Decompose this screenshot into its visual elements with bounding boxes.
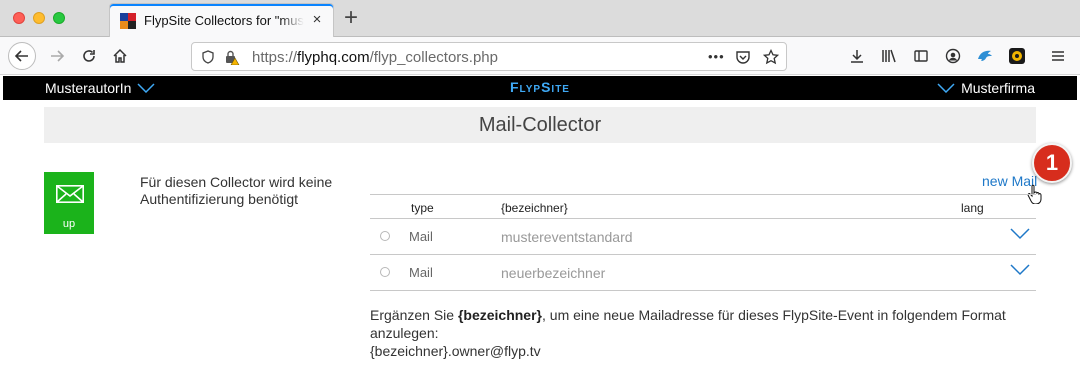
step-number-badge: 1 [1032,143,1072,183]
hint-bold: {bezeichner} [457,307,542,323]
extension-button[interactable] [1003,42,1031,70]
authentication-note: Für diesen Collector wird keine Authenti… [140,174,333,207]
company-menu[interactable]: Musterfirma [937,80,1035,96]
library-button[interactable] [875,42,903,70]
reload-button[interactable] [75,42,103,70]
url-bar[interactable]: https://flyphq.com/flyp_collectors.php •… [191,42,787,71]
sidebar-button[interactable] [907,42,935,70]
menu-button[interactable] [1044,42,1072,70]
page-actions-menu-icon[interactable]: ••• [708,49,725,64]
back-button[interactable] [8,42,36,70]
url-text[interactable]: https://flyphq.com/flyp_collectors.php [252,49,498,66]
dolphin-icon [978,50,992,61]
minimize-window-button[interactable] [33,12,45,24]
library-icon [882,49,896,63]
row-bezeichner: neuerbezeichner [501,265,606,281]
flypsite-logo[interactable]: FlypSite [3,79,1077,95]
sidebar-icon [914,50,928,62]
chevron-down-icon[interactable] [1010,263,1030,277]
column-header-type: type [411,201,434,215]
download-icon [851,50,863,63]
account-button[interactable] [939,42,967,70]
arrow-left-icon [14,50,28,62]
dolphin-extension-button[interactable] [971,42,999,70]
home-icon [113,48,127,63]
browser-titlebar: FlypSite Collectors for "musterf × + [0,0,1080,37]
hint-address-format: {bezeichner}.owner@flyp.tv [370,343,541,359]
row-bezeichner: mustereventstandard [501,229,633,245]
row-type: Mail [409,265,433,280]
close-window-button[interactable] [13,12,25,24]
column-header-bezeichner: {bezeichner} [501,201,568,215]
zoom-window-button[interactable] [53,12,65,24]
url-host: flyphq.com [297,49,370,66]
table-row[interactable]: Mail mustereventstandard [370,219,1036,255]
app-header-bar: MusterautorIn FlypSite Musterfirma [3,76,1077,100]
mail-collector-tile[interactable]: up [44,172,94,234]
row-radio[interactable] [380,267,390,277]
tab-close-icon[interactable]: × [309,12,325,28]
reload-icon [83,50,95,62]
row-radio[interactable] [380,231,390,241]
browser-toolbar: https://flyphq.com/flyp_collectors.php •… [0,37,1080,75]
lock-warning-icon[interactable] [224,49,240,65]
collector-status-label: up [62,218,76,230]
mail-collector-table: type {bezeichner} lang Mail musterevents… [370,194,1036,291]
flypsite-favicon-icon [120,13,136,29]
bezeichner-hint: Ergänzen Sie {bezeichner}, um eine neue … [370,306,1040,360]
shield-icon[interactable] [200,49,216,65]
home-button[interactable] [106,42,134,70]
url-scheme: https:// [252,49,298,66]
company-name: Musterfirma [961,80,1035,96]
table-row[interactable]: Mail neuerbezeichner [370,255,1036,291]
chevron-down-icon [937,83,955,93]
url-path: /flyp_collectors.php [369,49,498,66]
browser-tab-active[interactable]: FlypSite Collectors for "musterf × [109,3,334,37]
arrow-right-icon [51,50,65,62]
bookmark-star-icon[interactable] [763,49,779,65]
pocket-icon[interactable] [735,49,751,65]
page-title: Mail-Collector [44,107,1036,143]
column-header-lang: lang [961,201,984,215]
hint-prefix: Ergänzen Sie [370,307,458,323]
table-header: type {bezeichner} lang [370,194,1036,219]
tab-title: FlypSite Collectors for "musterf [144,13,304,28]
new-tab-button[interactable]: + [341,6,361,30]
extension-icon [1009,48,1025,64]
forward-button[interactable] [43,42,71,70]
downloads-button[interactable] [843,42,871,70]
row-type: Mail [409,229,433,244]
chevron-down-icon[interactable] [1010,227,1030,241]
hamburger-menu-icon [1052,51,1064,61]
envelope-icon [56,185,84,203]
account-icon [945,48,961,64]
